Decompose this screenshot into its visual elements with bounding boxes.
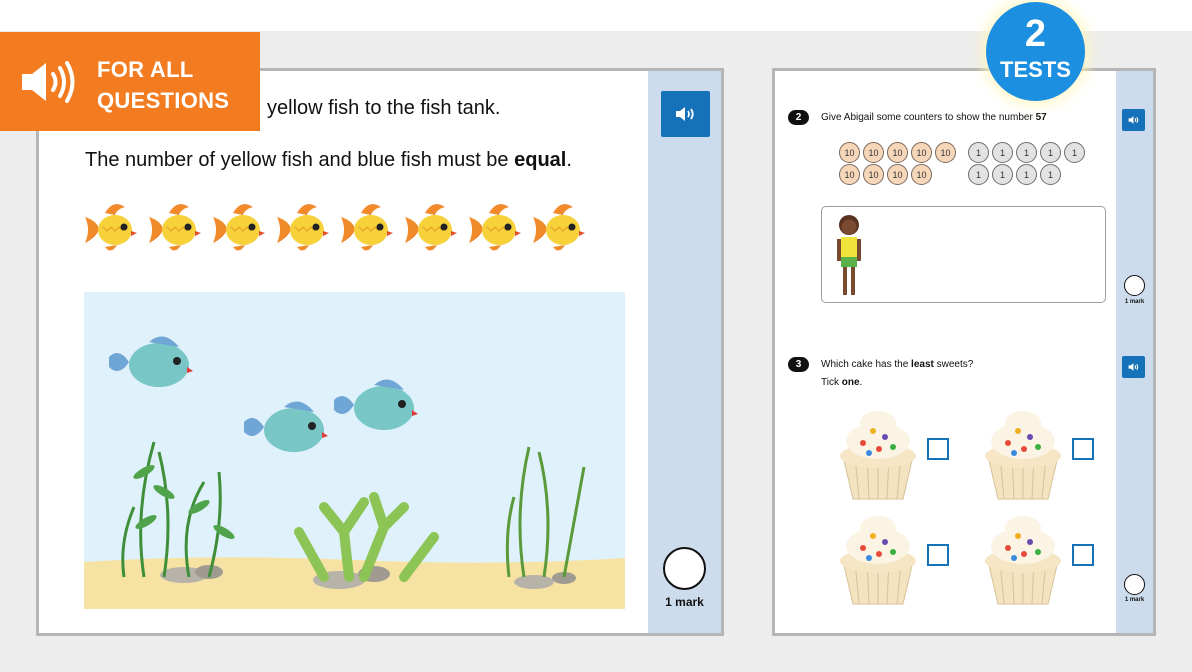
cake-option-d [978,506,1068,606]
blue-fish [109,336,193,387]
ones-counters: 111111111 [968,142,1085,185]
q2-text-bold: 57 [1035,112,1047,123]
tens-counter[interactable]: 10 [935,142,956,163]
question-text-pre: The number of yellow fish and blue fish … [85,149,515,171]
question-text-line1: yellow fish to the fish tank. [267,97,501,119]
ones-counter[interactable]: 1 [992,164,1013,185]
yellow-fish[interactable] [531,199,589,257]
question-number-3: 3 [788,357,809,372]
q2-text-pre: Give Abigail some counters to show the n… [821,112,1036,123]
q3-text-post: sweets? [933,359,974,370]
tens-counter[interactable]: 10 [911,164,932,185]
question-text-line2: The number of yellow fish and blue fish … [85,149,572,172]
seaweed-left [121,441,222,578]
tick-box-d[interactable] [1072,544,1094,566]
yellow-fish[interactable] [211,199,269,257]
ones-counter[interactable]: 1 [1040,164,1061,185]
audio-button-q3[interactable] [1122,356,1145,378]
audio-button[interactable] [661,91,710,137]
cupcake-illustration [985,411,1061,500]
cake-option-a [833,401,923,501]
left-test-page: yellow fish to the fish tank. The number… [36,68,724,636]
tests-count-label: TESTS [1000,57,1071,82]
mark-circle [663,547,706,590]
yellow-fish[interactable] [83,199,141,257]
banner-line2: QUESTIONS [97,88,230,113]
cupcake-illustration [840,516,916,605]
left-page-sidebar: 1 mark [648,71,721,633]
speaker-icon [1128,363,1138,371]
tests-count-badge: 2 TESTS [986,2,1085,101]
blue-fish [244,401,328,452]
cake-option-c [833,506,923,606]
ones-counter[interactable]: 1 [1064,142,1085,163]
tens-counter[interactable]: 10 [911,142,932,163]
q3-instr-bold: one [841,377,860,388]
banner-line1: FOR ALL [97,57,194,82]
rock [514,575,554,589]
tick-box-a[interactable] [927,438,949,460]
yellow-fish[interactable] [467,199,525,257]
mark-label-q2: 1 mark [1124,299,1145,305]
ones-counter[interactable]: 1 [1040,142,1061,163]
speaker-icon [22,61,75,103]
ones-counter[interactable]: 1 [992,142,1013,163]
speaker-icon [675,107,694,121]
mark-circle-q3 [1124,574,1145,595]
cake-options [833,401,1103,605]
q3-text-pre: Which cake has the [821,359,912,370]
answer-box[interactable] [821,206,1106,303]
question-text-bold: equal [514,149,567,171]
tens-counters: 10 10 10 10 10 10 10 10 10 [839,142,956,185]
blue-fish [334,379,418,430]
question-text-post: . [566,149,572,171]
ones-counter[interactable]: 1 [968,164,989,185]
for-all-questions-banner: FOR ALL QUESTIONS [0,32,260,131]
tick-box-b[interactable] [1072,438,1094,460]
cupcake-illustration [840,411,916,500]
tens-counter[interactable]: 10 [839,164,860,185]
ones-counter[interactable]: 1 [1016,164,1037,185]
audio-button-q2[interactable] [1122,109,1145,131]
ones-counter[interactable]: 1 [968,142,989,163]
question-number-2: 2 [788,110,809,125]
cupcake-illustration [985,516,1061,605]
coral [294,492,439,582]
mark-circle-q2 [1124,275,1145,296]
yellow-fish[interactable] [275,199,333,257]
right-page-sidebar: 1 mark 1 mark [1116,71,1153,633]
banner-text: FOR ALL QUESTIONS [97,54,229,116]
question-3-text: Which cake has the least sweets? [821,359,973,370]
tens-counter[interactable]: 10 [887,142,908,163]
q3-text-bold: least [911,359,934,370]
tens-counter[interactable]: 10 [887,164,908,185]
mark-label: 1 mark [665,595,704,609]
tick-box-c[interactable] [927,544,949,566]
mark-label-q3: 1 mark [1124,597,1145,603]
cake-option-b [978,401,1068,501]
tests-count-number: 2 [1024,13,1047,55]
fish-tank-scene [84,336,625,609]
right-test-page: 2 Give Abigail some counters to show the… [772,68,1156,636]
q3-instr-post: . [859,377,863,388]
girl-abigail-illustration [837,215,861,295]
question-3-instruction: Tick one. [821,377,862,388]
speaker-icon [1128,116,1138,124]
seaweed-right [505,446,586,578]
yellow-fish[interactable] [147,199,205,257]
yellow-fish[interactable] [339,199,397,257]
fish-tank [84,292,625,609]
tens-counter[interactable]: 10 [863,164,884,185]
q3-instr-pre: Tick [821,377,842,388]
yellow-fish[interactable] [403,199,461,257]
tens-counter[interactable]: 10 [839,142,860,163]
tens-counter[interactable]: 10 [863,142,884,163]
yellow-fish-row [83,199,589,257]
ones-counter[interactable]: 1 [1016,142,1037,163]
question-2-text: Give Abigail some counters to show the n… [821,112,1047,123]
